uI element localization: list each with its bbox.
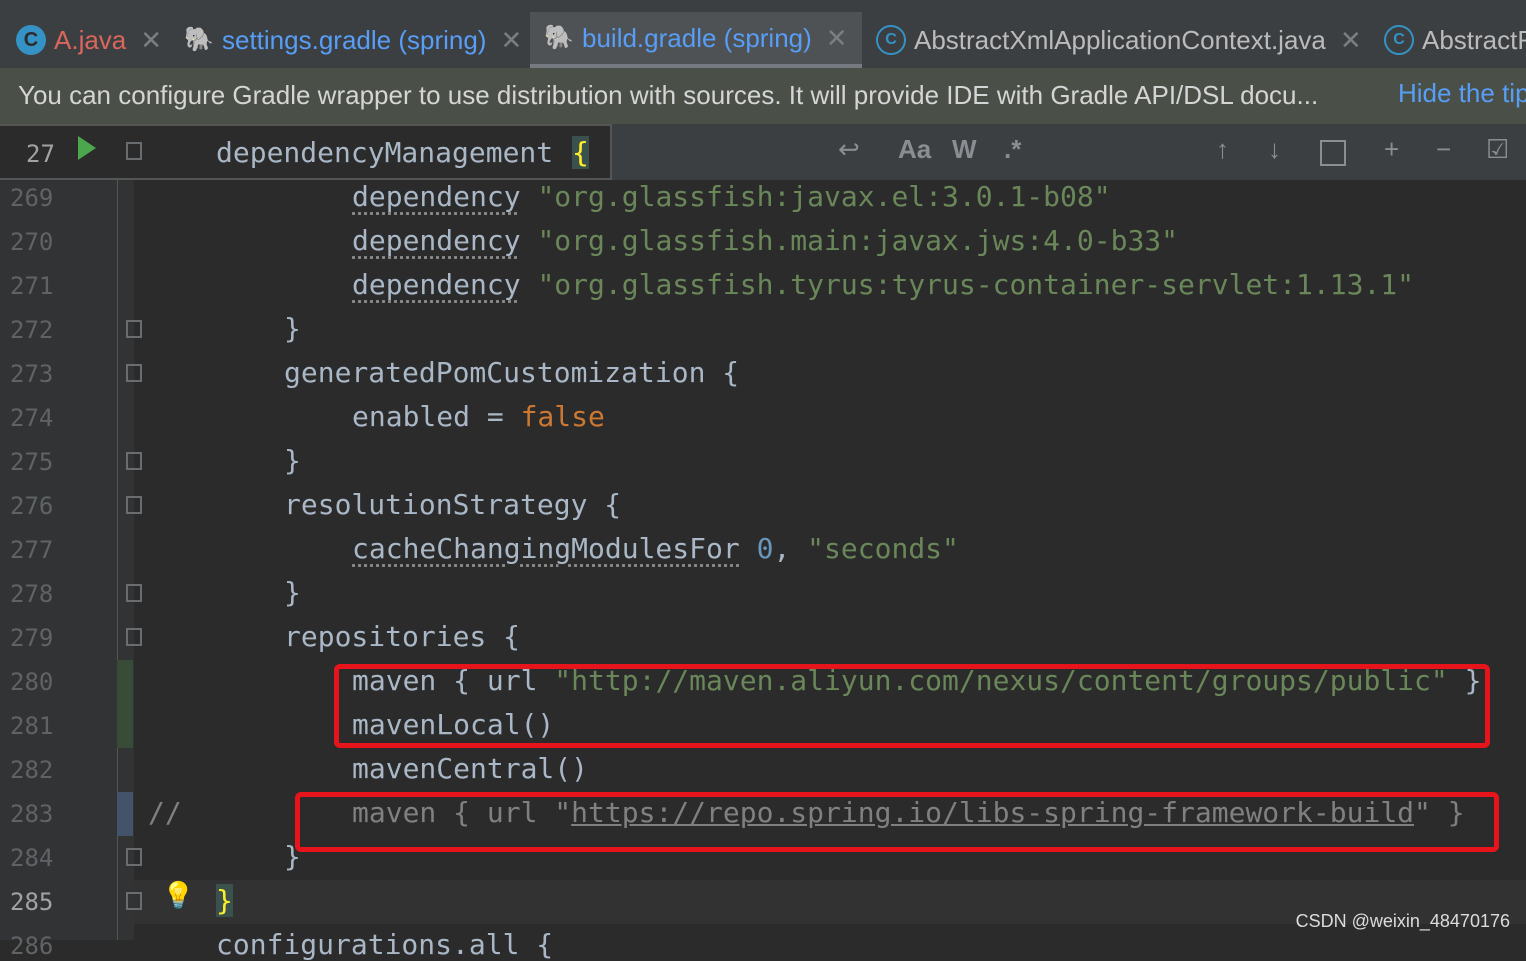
- fold-end-icon[interactable]: [126, 320, 142, 338]
- line-number: 273: [10, 360, 54, 388]
- tab-build-gradle[interactable]: 🐘 build.gradle (spring) ✕: [530, 12, 862, 68]
- code-line: }: [284, 576, 301, 609]
- code-editor[interactable]: 269 270 271 272 273 274 275 276 277 278 …: [0, 124, 1526, 961]
- fold-start-icon[interactable]: [126, 142, 142, 160]
- remove-occurrence-icon[interactable]: −: [1436, 134, 1451, 165]
- code-line: }: [284, 444, 301, 477]
- code-line: dependency "org.glassfish.main:javax.jws…: [352, 224, 1179, 257]
- fold-end-icon[interactable]: [126, 584, 142, 602]
- vcs-modified-marker[interactable]: [117, 792, 133, 836]
- select-all-occurrences-icon[interactable]: ☑: [1486, 134, 1509, 165]
- line-number: 270: [10, 228, 54, 256]
- line-number: 279: [10, 624, 54, 652]
- tab-abstract-r[interactable]: C AbstractR: [1384, 12, 1526, 68]
- line-number: 281: [10, 712, 54, 740]
- find-toolbar: ↩ Aa W .* ↑ ↓ + − ☑: [612, 124, 1526, 180]
- line-number-current: 285: [10, 888, 54, 916]
- run-icon[interactable]: [78, 136, 96, 160]
- line-number: 276: [10, 492, 54, 520]
- line-number: 278: [10, 580, 54, 608]
- line-number: 272: [10, 316, 54, 344]
- java-class-icon: C: [16, 25, 46, 55]
- code-line: dependency "org.glassfish.tyrus:tyrus-co…: [352, 268, 1415, 301]
- fold-end-icon[interactable]: [126, 452, 142, 470]
- comment-marker: //: [148, 796, 182, 829]
- close-icon[interactable]: ✕: [500, 25, 522, 56]
- close-icon[interactable]: ✕: [826, 23, 848, 54]
- code-line: mavenCentral(): [352, 752, 589, 785]
- fold-end-icon[interactable]: [126, 892, 142, 910]
- wrap-icon[interactable]: ↩: [838, 134, 860, 165]
- editor-tab-bar: C A.java ✕ 🐘 settings.gradle (spring) ✕ …: [0, 0, 1526, 68]
- fold-end-icon[interactable]: [126, 848, 142, 866]
- line-number: 277: [10, 536, 54, 564]
- highlight-box-spring-repo: [295, 792, 1499, 852]
- matched-brace: }: [216, 884, 233, 917]
- fold-start-icon[interactable]: [126, 496, 142, 514]
- fold-start-icon[interactable]: [126, 364, 142, 382]
- add-occurrence-icon[interactable]: +: [1384, 134, 1399, 165]
- line-number: 284: [10, 844, 54, 872]
- hide-tip-link[interactable]: Hide the tip: [1398, 78, 1526, 109]
- class-icon: C: [876, 25, 906, 55]
- code-line: generatedPomCustomization {: [284, 356, 740, 389]
- code-line: configurations.all {: [216, 928, 554, 961]
- filter-icon[interactable]: [1320, 140, 1346, 166]
- code-line: }: [284, 312, 301, 345]
- whole-word-toggle[interactable]: W: [952, 134, 977, 165]
- tab-abstract-xml-app-context[interactable]: C AbstractXmlApplicationContext.java ✕: [876, 12, 1362, 68]
- sticky-scope-header[interactable]: 27 dependencyManagement {: [0, 124, 612, 180]
- regex-toggle[interactable]: .*: [1004, 134, 1021, 165]
- code-line: repositories {: [284, 620, 521, 653]
- vcs-added-marker[interactable]: [117, 660, 133, 748]
- previous-occurrence-icon[interactable]: ↑: [1216, 134, 1229, 165]
- line-number: 271: [10, 272, 54, 300]
- line-number: 274: [10, 404, 54, 432]
- close-icon[interactable]: ✕: [1340, 25, 1362, 56]
- close-icon[interactable]: ✕: [140, 25, 162, 56]
- banner-message: You can configure Gradle wrapper to use …: [18, 80, 1319, 110]
- code-line: cacheChangingModulesFor 0, "seconds": [352, 532, 959, 565]
- gradle-elephant-icon: 🐘: [544, 24, 574, 51]
- match-case-toggle[interactable]: Aa: [898, 134, 931, 165]
- lightbulb-icon[interactable]: 💡: [162, 880, 194, 911]
- next-occurrence-icon[interactable]: ↓: [1268, 134, 1281, 165]
- line-number: 280: [10, 668, 54, 696]
- gradle-elephant-icon: 🐘: [184, 26, 214, 53]
- line-number: 269: [10, 184, 54, 212]
- watermark: CSDN @weixin_48470176: [1295, 911, 1510, 931]
- tab-settings-gradle[interactable]: 🐘 settings.gradle (spring) ✕: [184, 12, 522, 68]
- line-number: 275: [10, 448, 54, 476]
- code-line: dependency "org.glassfish:javax.el:3.0.1…: [352, 180, 1111, 213]
- fold-start-icon[interactable]: [126, 628, 142, 646]
- code-line: enabled = false: [352, 400, 605, 433]
- code-line: resolutionStrategy {: [284, 488, 622, 521]
- class-icon: C: [1384, 25, 1414, 55]
- highlight-box-aliyun: [334, 664, 1490, 748]
- line-number: 283: [10, 800, 54, 828]
- tab-a-java[interactable]: C A.java ✕: [16, 12, 162, 68]
- line-number: 286: [10, 932, 54, 960]
- matched-brace: {: [572, 136, 589, 169]
- gradle-tip-banner: You can configure Gradle wrapper to use …: [0, 68, 1526, 124]
- line-number: 282: [10, 756, 54, 784]
